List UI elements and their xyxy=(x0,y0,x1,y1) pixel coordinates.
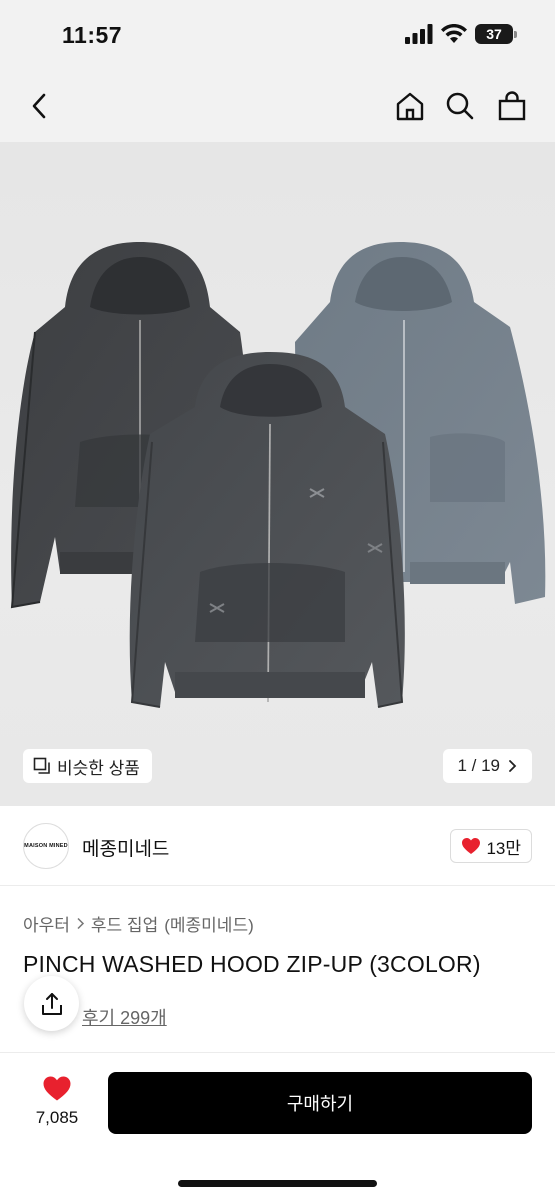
divider xyxy=(0,1052,555,1053)
status-time: 11:57 xyxy=(62,22,123,48)
wishlist-button[interactable]: 7,085 xyxy=(22,1075,92,1131)
wishlist-count: 7,085 xyxy=(35,1108,79,1127)
cart-button[interactable] xyxy=(490,84,534,128)
wifi-icon xyxy=(441,24,467,43)
breadcrumb-subcategory[interactable]: 후드 집업 xyxy=(91,911,158,936)
search-icon xyxy=(446,92,474,120)
brand-like-button[interactable]: 13만 xyxy=(450,829,532,863)
page-indicator-text: 1 / 19 xyxy=(457,756,500,775)
share-button[interactable] xyxy=(24,976,79,1031)
chevron-right-icon xyxy=(77,917,84,930)
home-indicator xyxy=(178,1180,377,1187)
similar-products-label: 비슷한 상품 xyxy=(57,758,140,778)
similar-products-button[interactable]: 비슷한 상품 xyxy=(23,749,152,783)
app-header xyxy=(0,70,555,142)
status-indicators: 37 xyxy=(405,24,517,44)
back-button[interactable] xyxy=(18,84,62,128)
review-link[interactable]: 후기 299개 xyxy=(82,1004,167,1030)
home-button[interactable] xyxy=(388,84,432,128)
battery-indicator: 37 xyxy=(475,24,517,44)
heart-icon xyxy=(43,1076,71,1101)
breadcrumb-category[interactable]: 아우터 xyxy=(23,911,70,936)
search-button[interactable] xyxy=(438,84,482,128)
image-page-indicator[interactable]: 1 / 19 xyxy=(443,749,532,783)
breadcrumb-brand[interactable]: (메종미네드) xyxy=(164,911,254,936)
product-title: PINCH WASHED HOOD ZIP-UP (3COLOR) xyxy=(23,951,481,977)
brand-name[interactable]: 메종미네드 xyxy=(82,834,169,861)
breadcrumb: 아우터 후드 집업 (메종미네드) xyxy=(23,911,254,936)
share-icon xyxy=(41,992,62,1015)
home-icon xyxy=(396,92,424,121)
brand-row: MAISON MINED 메종미네드 13만 xyxy=(0,806,555,886)
status-bar: 11:57 37 xyxy=(0,0,555,70)
product-photo xyxy=(10,242,546,708)
battery-level: 37 xyxy=(486,26,502,42)
copy-icon xyxy=(33,757,50,774)
brand-logo-text: MAISON MINED xyxy=(24,843,68,849)
brand-logo[interactable]: MAISON MINED xyxy=(23,823,69,869)
heart-icon xyxy=(462,838,481,854)
battery-icon: 37 xyxy=(475,24,513,44)
buy-button-label: 구매하기 xyxy=(286,1094,354,1114)
product-image-gallery[interactable]: 비슷한 상품 1 / 19 xyxy=(0,142,555,806)
buy-button[interactable]: 구매하기 xyxy=(108,1072,532,1134)
cellular-signal-icon xyxy=(405,24,433,44)
chevron-left-icon xyxy=(32,93,46,119)
brand-like-count: 13만 xyxy=(486,838,521,858)
shopping-bag-icon xyxy=(498,91,526,121)
chevron-right-icon xyxy=(509,760,517,772)
